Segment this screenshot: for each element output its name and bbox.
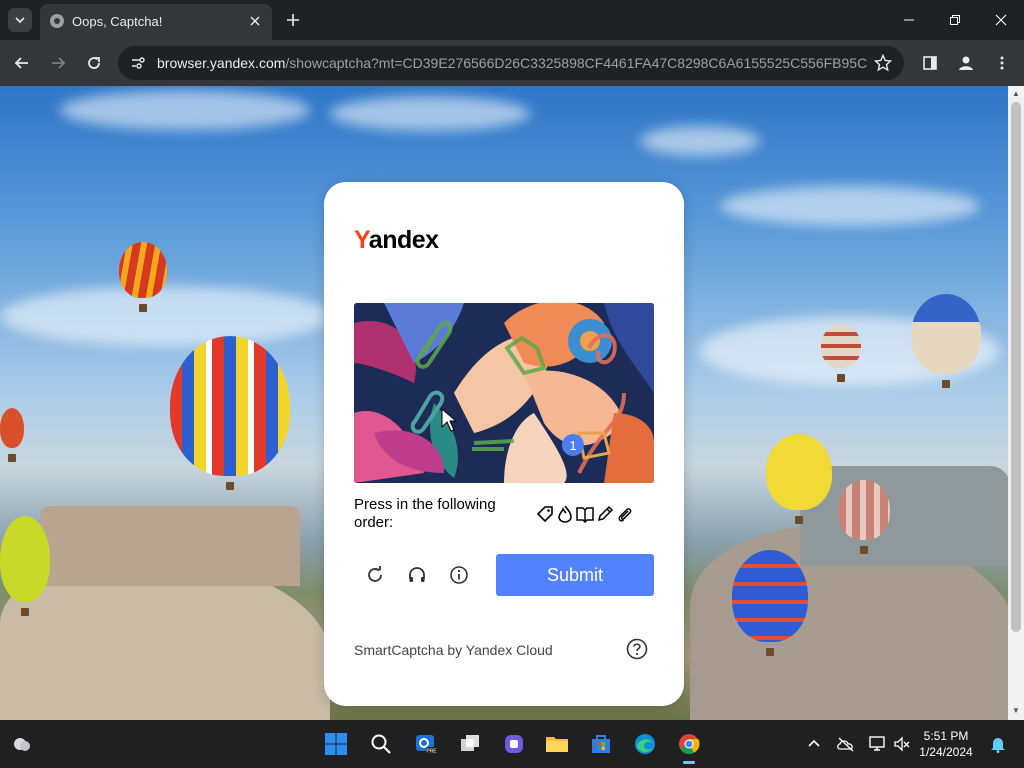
outlook-pre-icon: PRE	[416, 735, 437, 755]
refresh-captcha-button[interactable]	[362, 562, 388, 588]
headphones-icon	[409, 567, 425, 582]
captcha-page: Yandex 1 Press in the following order: S…	[0, 86, 1008, 720]
close-window-button[interactable]	[978, 0, 1024, 40]
chevron-up-icon	[808, 739, 820, 747]
url-text: browser.yandex.com/showcaptcha?mt=CD39E2…	[157, 55, 867, 71]
captcha-instruction: Press in the following order:	[354, 496, 496, 531]
reload-button[interactable]	[82, 51, 106, 75]
microsoft-store-icon	[592, 735, 610, 753]
clock-date: 1/24/2024	[919, 745, 973, 759]
tab-close-button[interactable]	[246, 12, 264, 30]
file-explorer-icon	[546, 737, 568, 752]
browser-tab[interactable]: Oops, Captcha!	[40, 4, 272, 40]
captcha-footer: SmartCaptcha by Yandex Cloud	[354, 642, 553, 658]
tab-strip: Oops, Captcha!	[0, 0, 1024, 40]
search-icon	[371, 734, 391, 754]
notifications-button[interactable]	[984, 730, 1012, 758]
microsoft-store-app[interactable]	[587, 730, 615, 758]
browser-toolbar: browser.yandex.com/showcaptcha?mt=CD39E2…	[0, 40, 1024, 86]
teams-app[interactable]	[500, 730, 528, 758]
minimize-icon	[904, 19, 914, 21]
scroll-up-icon[interactable]: ▲	[1011, 89, 1021, 99]
file-explorer-app[interactable]	[543, 730, 571, 758]
side-panel-button[interactable]	[918, 51, 942, 75]
plus-icon	[287, 14, 299, 26]
arrow-left-icon	[14, 57, 28, 69]
refresh-icon	[368, 566, 382, 582]
paperclip-icon	[616, 505, 634, 523]
pencil-icon	[596, 505, 614, 523]
scroll-thumb[interactable]	[1011, 102, 1021, 632]
teams-icon	[505, 735, 523, 753]
volume-muted-icon	[894, 736, 910, 752]
bookmark-star-icon[interactable]	[874, 54, 892, 72]
taskbar-search-button[interactable]	[367, 730, 395, 758]
page-scrollbar[interactable]: ▲ ▼	[1008, 86, 1024, 720]
task-view-button[interactable]	[456, 730, 484, 758]
chrome-icon	[679, 734, 700, 755]
taskbar-clock[interactable]: 5:51 PM 1/24/2024	[918, 728, 974, 760]
edge-app[interactable]	[631, 730, 659, 758]
cloud-icon	[14, 738, 30, 751]
minimize-button[interactable]	[886, 0, 932, 40]
scroll-down-icon[interactable]: ▼	[1011, 706, 1021, 716]
profile-button[interactable]	[954, 51, 978, 75]
tab-search-button[interactable]	[8, 8, 32, 32]
windows-taskbar: PRE 5:51 PM 1/24/2024	[0, 720, 1024, 768]
restore-button[interactable]	[932, 0, 978, 40]
side-panel-icon	[923, 56, 937, 70]
start-button[interactable]	[322, 730, 350, 758]
required-order-icons	[536, 505, 636, 525]
captcha-card: Yandex 1 Press in the following order: S…	[324, 182, 684, 706]
help-icon[interactable]	[626, 638, 648, 660]
clock-time: 5:51 PM	[923, 729, 969, 743]
url-path: /showcaptcha?mt=CD39E276566D26C3325898CF…	[285, 55, 867, 71]
more-vertical-icon	[1000, 56, 1004, 70]
click-order-badge-number: 1	[569, 438, 576, 453]
restore-icon	[950, 15, 960, 25]
onedrive-icon	[837, 737, 854, 752]
flame-icon	[556, 505, 574, 523]
book-icon	[576, 505, 594, 523]
arrow-right-icon	[52, 57, 66, 69]
task-view-icon	[461, 735, 479, 751]
captcha-flower-artwork: 1	[354, 303, 654, 483]
edge-icon	[635, 734, 655, 754]
info-button[interactable]	[446, 562, 472, 588]
tab-title: Oops, Captcha!	[72, 14, 163, 29]
forward-button[interactable]	[46, 51, 70, 75]
new-tab-button[interactable]	[282, 9, 304, 31]
info-icon	[450, 566, 468, 584]
svg-text:PRE: PRE	[426, 749, 437, 755]
close-icon	[995, 14, 1007, 26]
menu-button[interactable]	[990, 51, 1014, 75]
captcha-image[interactable]: 1	[354, 303, 654, 483]
chrome-app[interactable]	[675, 730, 703, 764]
profile-icon	[959, 56, 973, 70]
windows-start-icon	[325, 733, 347, 755]
submit-button[interactable]: Submit	[496, 554, 654, 596]
globe-icon	[50, 14, 64, 28]
site-settings-icon	[132, 57, 145, 69]
chevron-down-icon	[15, 17, 25, 24]
bell-icon	[991, 738, 1005, 753]
network-icon	[869, 736, 885, 751]
close-icon	[250, 16, 260, 26]
yandex-logo: Yandex	[354, 226, 439, 254]
volume-tray[interactable]	[888, 730, 916, 758]
weather-widget[interactable]	[8, 730, 36, 758]
onedrive-tray[interactable]	[832, 730, 860, 758]
show-hidden-icons-button[interactable]	[800, 730, 828, 758]
address-bar[interactable]: browser.yandex.com/showcaptcha?mt=CD39E2…	[118, 46, 904, 80]
audio-captcha-button[interactable]	[404, 562, 430, 588]
back-button[interactable]	[10, 51, 34, 75]
reload-icon	[88, 57, 100, 69]
outlook-pre-app[interactable]: PRE	[412, 730, 440, 758]
url-host: browser.yandex.com	[157, 55, 286, 71]
tag-icon	[536, 505, 554, 523]
